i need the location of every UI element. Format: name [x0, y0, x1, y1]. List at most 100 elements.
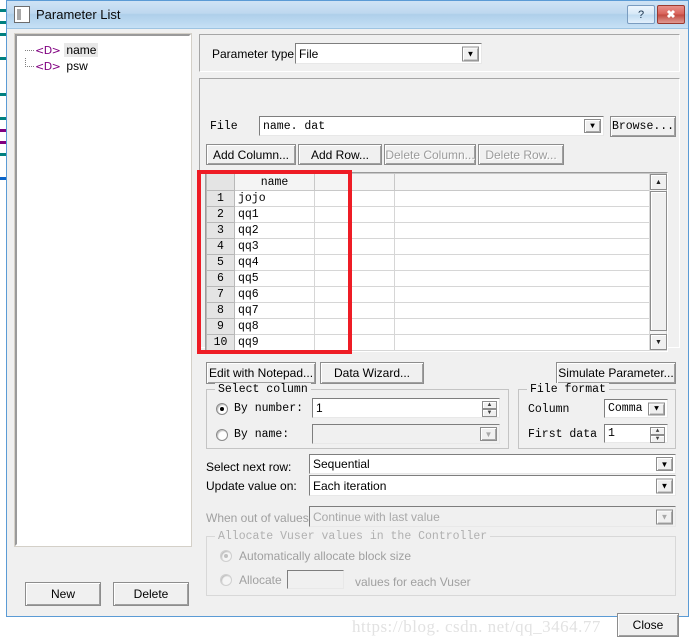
row-header-cell[interactable]: 2	[206, 206, 235, 223]
row-header-cell[interactable]: 7	[206, 286, 235, 303]
delete-column-button[interactable]: Delete Column...	[384, 144, 476, 165]
table-row[interactable]: 10 qq9	[206, 334, 667, 351]
table-cell-name[interactable]: qq3	[234, 238, 315, 255]
by-name-radio-row[interactable]: By name:	[216, 428, 289, 441]
delete-row-button[interactable]: Delete Row...	[478, 144, 564, 165]
data-wizard-button[interactable]: Data Wizard...	[320, 362, 424, 384]
table-cell-name[interactable]: qq2	[234, 222, 315, 239]
table-cell-empty[interactable]	[314, 238, 395, 255]
chevron-down-icon[interactable]: ▼	[584, 119, 601, 133]
table-cell-empty[interactable]	[314, 286, 395, 303]
table-row[interactable]: 6 qq5	[206, 270, 667, 287]
scroll-up-icon[interactable]: ▲	[650, 174, 667, 190]
auto-allocate-radio[interactable]	[220, 550, 232, 562]
table-cell-name[interactable]: qq9	[234, 334, 315, 351]
tree-item-name[interactable]: <D> name	[21, 42, 185, 58]
add-row-button[interactable]: Add Row...	[298, 144, 382, 165]
row-header-cell[interactable]: 3	[206, 222, 235, 239]
tree-item-psw[interactable]: <D> psw	[21, 58, 185, 74]
manual-allocate-radio[interactable]	[220, 574, 232, 586]
table-cell-empty[interactable]	[314, 302, 395, 319]
by-name-combo[interactable]: ▼	[312, 424, 500, 444]
table-cell-empty[interactable]	[314, 222, 395, 239]
first-data-label: First data	[528, 428, 598, 441]
chevron-down-icon[interactable]: ▼	[656, 457, 673, 471]
table-row[interactable]: 2 qq1	[206, 206, 667, 223]
chevron-down-icon[interactable]: ▼	[656, 478, 673, 493]
table-cell-name[interactable]: qq7	[234, 302, 315, 319]
table-cell-empty[interactable]	[314, 318, 395, 335]
row-header-cell[interactable]: 6	[206, 270, 235, 287]
column-format-combo[interactable]: Comma ▼	[604, 399, 668, 418]
table-cell-empty[interactable]	[314, 190, 395, 207]
select-column-group: Select column By number: 1 ▲ ▼ By name: ▼	[206, 383, 509, 449]
file-format-group-title: File format	[527, 383, 609, 396]
allocate-value-input[interactable]	[287, 570, 344, 589]
row-header-cell[interactable]: 1	[206, 190, 235, 207]
column-header-name[interactable]: name	[234, 173, 315, 191]
by-number-input[interactable]: 1 ▲ ▼	[312, 398, 500, 418]
parameter-tree-panel[interactable]: <D> name <D> psw	[14, 33, 192, 547]
table-cell-filler	[394, 254, 667, 271]
row-header-cell[interactable]: 9	[206, 318, 235, 335]
row-header-cell[interactable]: 10	[206, 334, 235, 351]
parameter-type-value: File	[299, 46, 319, 61]
table-row[interactable]: 1 jojo	[206, 190, 667, 207]
file-name-combo[interactable]: name. dat ▼	[259, 116, 604, 136]
scrollbar-thumb[interactable]	[650, 191, 667, 331]
table-row[interactable]: 4 qq3	[206, 238, 667, 255]
auto-allocate-radio-row[interactable]: Automatically allocate block size	[220, 549, 411, 563]
select-next-row-combo[interactable]: Sequential ▼	[309, 454, 676, 474]
when-out-of-values-combo[interactable]: Continue with last value ▼	[309, 506, 676, 527]
edit-with-notepad-button[interactable]: Edit with Notepad...	[206, 362, 316, 384]
close-button[interactable]: Close	[617, 613, 679, 637]
table-row[interactable]: 3 qq2	[206, 222, 667, 239]
dialog-client-area: <D> name <D> psw New Delete Parameter ty…	[7, 29, 688, 637]
row-header-cell[interactable]: 4	[206, 238, 235, 255]
chevron-down-icon[interactable]: ▼	[648, 402, 665, 415]
table-row[interactable]: 5 qq4	[206, 254, 667, 271]
table-row[interactable]: 9 qq8	[206, 318, 667, 335]
column-header-empty[interactable]	[314, 173, 395, 191]
row-header-cell[interactable]: 5	[206, 254, 235, 271]
new-button[interactable]: New	[25, 582, 101, 606]
table-cell-empty[interactable]	[314, 254, 395, 271]
chevron-down-icon[interactable]: ▼	[480, 427, 497, 441]
delete-button[interactable]: Delete	[113, 582, 189, 606]
chevron-down-icon[interactable]: ▼	[462, 46, 479, 61]
table-cell-name[interactable]: qq4	[234, 254, 315, 271]
table-cell-name[interactable]: qq1	[234, 206, 315, 223]
parameter-value-table[interactable]: name 1 jojo 2 qq1 3 qq2 4 qq3 5 qq4 6 qq5 7 qq6 8 qq7 9 q…	[205, 172, 668, 352]
first-data-input[interactable]: 1 ▲ ▼	[604, 424, 668, 443]
first-data-stepper[interactable]: ▲ ▼	[650, 427, 665, 443]
chevron-down-icon[interactable]: ▼	[656, 509, 673, 524]
parameter-type-combo[interactable]: File ▼	[295, 43, 482, 64]
by-number-radio-row[interactable]: By number:	[216, 402, 303, 415]
table-cell-name[interactable]: qq5	[234, 270, 315, 287]
help-button[interactable]: ?	[627, 5, 655, 24]
close-icon-button[interactable]: ✖	[657, 5, 685, 24]
table-cell-name[interactable]: jojo	[234, 190, 315, 207]
by-number-stepper[interactable]: ▲ ▼	[482, 401, 497, 417]
add-column-button[interactable]: Add Column...	[206, 144, 296, 165]
parameter-icon: <D>	[35, 43, 61, 57]
row-header-cell[interactable]: 8	[206, 302, 235, 319]
update-value-on-combo[interactable]: Each iteration ▼	[309, 475, 676, 496]
by-name-radio[interactable]	[216, 428, 228, 441]
manual-allocate-radio-row[interactable]: Allocate	[220, 573, 282, 587]
simulate-parameter-button[interactable]: Simulate Parameter...	[556, 362, 676, 384]
table-row[interactable]: 8 qq7	[206, 302, 667, 319]
scroll-down-icon[interactable]: ▼	[650, 334, 667, 350]
table-vertical-scrollbar[interactable]: ▲ ▼	[649, 174, 667, 350]
table-cell-empty[interactable]	[314, 206, 395, 223]
table-cell-filler	[394, 270, 667, 287]
table-cell-name[interactable]: qq8	[234, 318, 315, 335]
table-cell-filler	[394, 206, 667, 223]
table-cell-name[interactable]: qq6	[234, 286, 315, 303]
by-number-radio[interactable]	[216, 402, 228, 415]
browse-button[interactable]: Browse...	[610, 116, 676, 137]
table-cell-empty[interactable]	[314, 270, 395, 287]
allocate-suffix-label: values for each Vuser	[355, 575, 471, 589]
table-cell-empty[interactable]	[314, 334, 395, 351]
table-row[interactable]: 7 qq6	[206, 286, 667, 303]
